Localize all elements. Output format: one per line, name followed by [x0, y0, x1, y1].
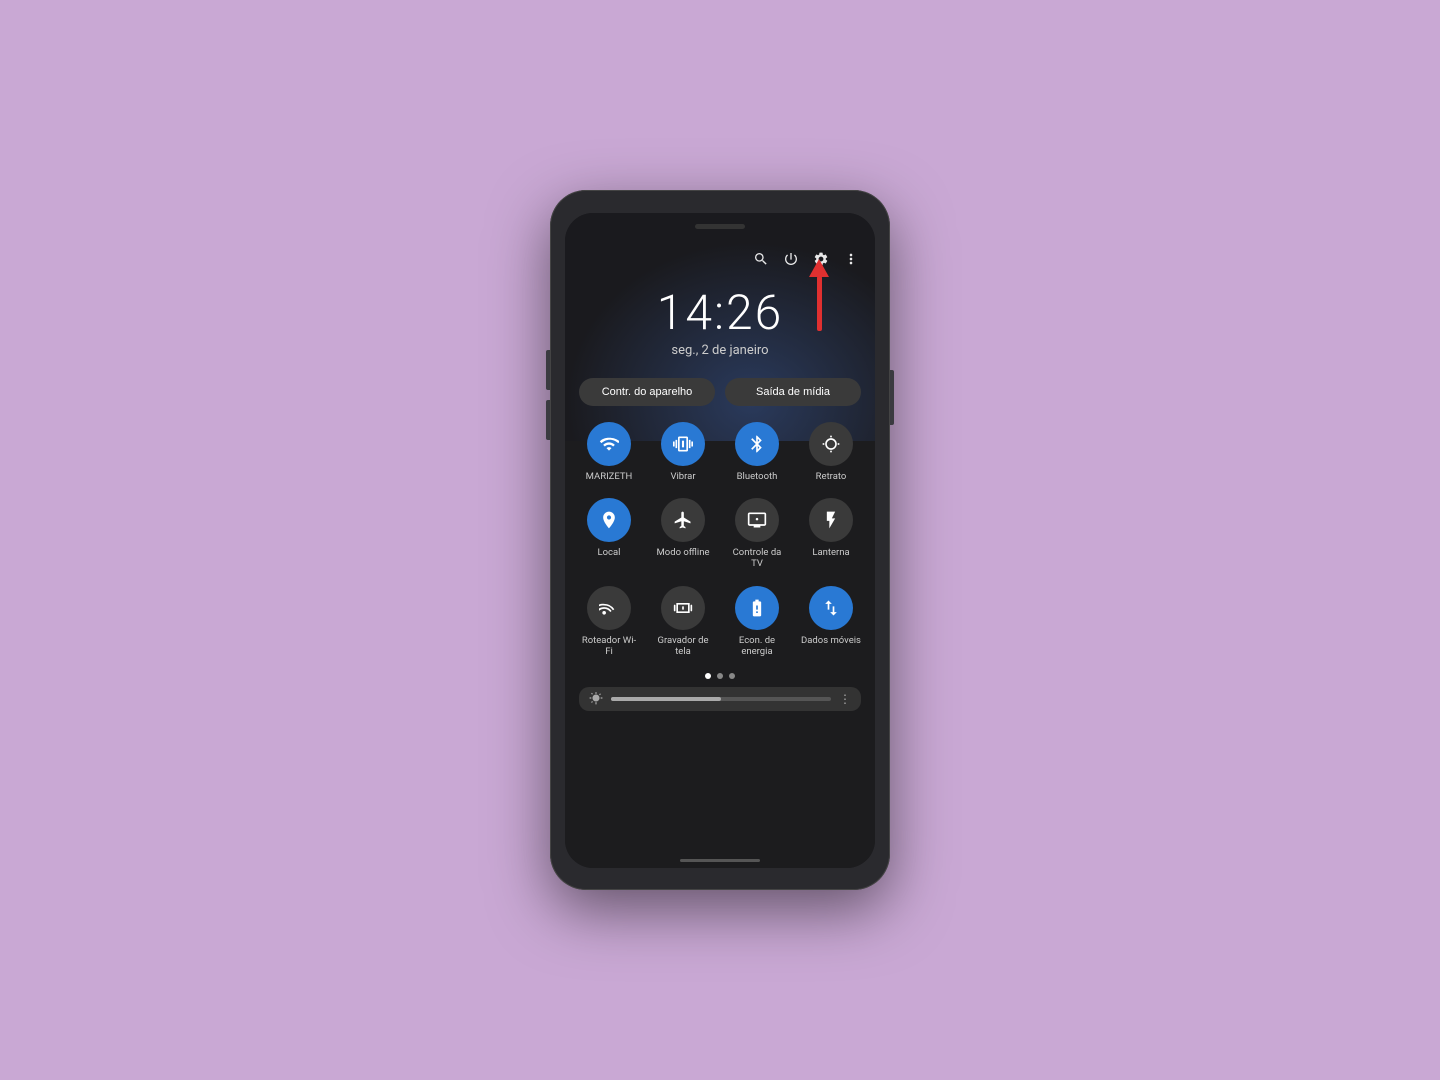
roteador-tile[interactable]: Roteador Wi-Fi [579, 586, 639, 658]
bluetooth-icon-bg [735, 422, 779, 466]
dados-icon-bg [809, 586, 853, 630]
search-icon[interactable] [753, 251, 769, 271]
brightness-track[interactable] [611, 697, 831, 701]
power-button [890, 370, 894, 425]
bluetooth-label: Bluetooth [737, 471, 778, 482]
brightness-slider[interactable]: ⋮ [579, 687, 861, 711]
controle-tv-label: Controle da TV [727, 547, 787, 570]
lanterna-label: Lanterna [812, 547, 849, 558]
clock-date: seg., 2 de janeiro [565, 343, 875, 358]
red-arrow-annotation [809, 259, 829, 331]
speaker [695, 224, 745, 229]
arrow-head [809, 259, 829, 277]
bluetooth-tile[interactable]: Bluetooth [727, 422, 787, 482]
local-tile[interactable]: Local [579, 498, 639, 570]
retrato-tile[interactable]: Retrato [801, 422, 861, 482]
phone-top-bar [565, 213, 875, 241]
retrato-icon-bg [809, 422, 853, 466]
quick-tiles-section: MARIZETH Vibrar Bluetooth [565, 406, 875, 658]
volume-down-button [546, 400, 550, 440]
econ-tile[interactable]: Econ. de energia [727, 586, 787, 658]
quick-buttons-row: Contr. do aparelho Saída de mídia [565, 378, 875, 406]
brightness-more-icon[interactable]: ⋮ [839, 692, 851, 706]
econ-label: Econ. de energia [727, 635, 787, 658]
roteador-icon-bg [587, 586, 631, 630]
gravador-tile[interactable]: Gravador de tela [653, 586, 713, 658]
home-indicator [680, 859, 760, 862]
gravador-icon-bg [661, 586, 705, 630]
roteador-label: Roteador Wi-Fi [579, 635, 639, 658]
dot-3 [729, 673, 735, 679]
arrow-line [817, 276, 822, 331]
econ-icon-bg [735, 586, 779, 630]
retrato-label: Retrato [816, 471, 847, 482]
pagination-dots [565, 673, 875, 679]
more-options-icon[interactable] [843, 251, 859, 271]
wifi-label: MARIZETH [586, 471, 633, 482]
tiles-row-3: Roteador Wi-Fi Gravador de tela [579, 586, 861, 658]
wifi-icon-bg [587, 422, 631, 466]
gravador-label: Gravador de tela [653, 635, 713, 658]
contr-aparelho-button[interactable]: Contr. do aparelho [579, 378, 715, 406]
wifi-tile[interactable]: MARIZETH [579, 422, 639, 482]
dot-2 [717, 673, 723, 679]
brightness-fill [611, 697, 721, 701]
tiles-row-2: Local Modo offline Controle [579, 498, 861, 570]
vibrar-label: Vibrar [670, 471, 695, 482]
brightness-icon [589, 691, 603, 708]
modo-offline-icon-bg [661, 498, 705, 542]
modo-offline-label: Modo offline [657, 547, 710, 558]
dados-label: Dados móveis [801, 635, 861, 646]
dados-tile[interactable]: Dados móveis [801, 586, 861, 658]
vibrar-icon-bg [661, 422, 705, 466]
power-icon[interactable] [783, 251, 799, 271]
dot-1 [705, 673, 711, 679]
lanterna-tile[interactable]: Lanterna [801, 498, 861, 570]
volume-up-button [546, 350, 550, 390]
screen-content: 14:26 seg., 2 de janeiro Contr. do apare… [565, 241, 875, 868]
controle-tv-icon-bg [735, 498, 779, 542]
local-label: Local [598, 547, 621, 558]
phone-screen: 14:26 seg., 2 de janeiro Contr. do apare… [565, 213, 875, 868]
lanterna-icon-bg [809, 498, 853, 542]
saida-midia-button[interactable]: Saída de mídia [725, 378, 861, 406]
tiles-row-1: MARIZETH Vibrar Bluetooth [579, 422, 861, 482]
controle-tv-tile[interactable]: Controle da TV [727, 498, 787, 570]
modo-offline-tile[interactable]: Modo offline [653, 498, 713, 570]
phone-device: 14:26 seg., 2 de janeiro Contr. do apare… [550, 190, 890, 890]
local-icon-bg [587, 498, 631, 542]
vibrar-tile[interactable]: Vibrar [653, 422, 713, 482]
